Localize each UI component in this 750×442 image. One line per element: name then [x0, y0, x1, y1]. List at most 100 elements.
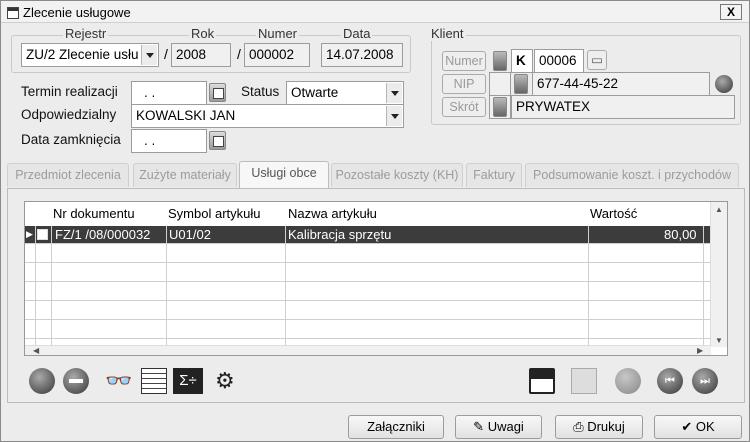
scroll-right-icon[interactable]: ▶: [697, 346, 703, 355]
table-row[interactable]: [25, 264, 711, 282]
table-row[interactable]: [25, 283, 711, 301]
card-icon[interactable]: ▭: [587, 50, 607, 70]
calendar-icon[interactable]: [209, 131, 226, 150]
tab-uslugi-obce[interactable]: Usługi obce: [239, 161, 329, 189]
tab-przedmiot[interactable]: Przedmiot zlecenia: [7, 163, 129, 187]
odpowiedzialny-label: Odpowiedzialny: [21, 107, 117, 122]
uwagi-label: Uwagi: [487, 419, 524, 434]
tab-zuzyte-materialy[interactable]: Zużyte materiały: [133, 163, 237, 187]
rok-field[interactable]: 2008: [171, 43, 231, 67]
column-header[interactable]: Nazwa artykułu: [288, 206, 377, 221]
client-type-field[interactable]: K: [511, 49, 533, 73]
close-button[interactable]: X: [720, 4, 742, 20]
tab-podsumowanie[interactable]: Podsumowanie koszt. i przychodów: [525, 163, 739, 187]
status-select[interactable]: Otwarte: [286, 81, 404, 105]
uwagi-button[interactable]: ✎ Uwagi: [455, 415, 542, 439]
drukuj-label: Drukuj: [587, 419, 625, 434]
table-view-icon[interactable]: [141, 368, 167, 394]
tab-faktury[interactable]: Faktury: [466, 163, 522, 187]
column-header[interactable]: Wartość: [590, 206, 637, 221]
client-type-letter: K: [516, 53, 526, 68]
table-row[interactable]: [25, 302, 711, 320]
data-zamkniecia-label: Data zamknięcia: [21, 132, 121, 147]
drukuj-button[interactable]: ⎙ Drukuj: [555, 415, 643, 439]
status-label: Status: [241, 84, 280, 99]
column-header[interactable]: Nr dokumentu: [53, 206, 135, 221]
copy-icon[interactable]: [571, 368, 597, 394]
rejestr-value: ZU/2 Zlecenie usłu: [26, 47, 139, 62]
nip-field[interactable]: 677-44-45-22: [532, 72, 710, 96]
vertical-scrollbar[interactable]: ▲ ▼: [710, 202, 727, 347]
window-title: Zlecenie usługowe: [23, 5, 131, 20]
scroll-up-icon[interactable]: ▲: [715, 205, 723, 214]
rejestr-select[interactable]: ZU/2 Zlecenie usłu: [21, 43, 159, 67]
column-divider: [285, 226, 286, 355]
column-divider: [35, 226, 36, 355]
skrot-field[interactable]: PRYWATEX: [511, 95, 735, 119]
table-row[interactable]: [25, 245, 711, 263]
horizontal-scrollbar[interactable]: ◀ ▶: [25, 345, 711, 355]
odpowiedzialny-select[interactable]: KOWALSKI JAN: [131, 104, 404, 128]
wartosc-cell: 80,00: [664, 227, 697, 242]
data-field[interactable]: 14.07.2008: [321, 43, 403, 67]
column-header[interactable]: Symbol artykułu: [168, 206, 260, 221]
scroll-left-icon[interactable]: ◀: [33, 346, 39, 355]
settings-icon[interactable]: ⚙: [215, 368, 241, 394]
ok-label: OK: [695, 419, 715, 434]
add-icon[interactable]: [29, 368, 55, 394]
scroll-down-icon[interactable]: ▼: [715, 336, 723, 345]
table-row[interactable]: ▶ FZ/1 /08/000032 U01/02 Kalibracja sprz…: [25, 226, 711, 244]
refresh-icon[interactable]: [615, 368, 641, 394]
nip-button[interactable]: NIP: [442, 74, 486, 94]
row-checkbox[interactable]: [37, 229, 48, 240]
nazwa-cell: Kalibracja sprzętu: [288, 227, 392, 242]
termin-field[interactable]: . .: [131, 81, 207, 105]
note-icon: ✎: [473, 419, 488, 434]
termin-label: Termin realizacji: [21, 84, 118, 99]
numer-label: Numer: [256, 26, 300, 41]
nr-dokumentu-cell: FZ/1 /08/000032: [55, 227, 151, 242]
grid-header: Nr dokumentu Symbol artykułu Nazwa artyk…: [25, 202, 711, 226]
tab-bar: Przedmiot zlecenia Zużyte materiały Usłu…: [7, 161, 745, 189]
rok-label: Rok: [189, 26, 217, 41]
ok-button[interactable]: ✔ OK: [654, 415, 742, 439]
prev-icon[interactable]: ⏮: [657, 368, 683, 394]
chevron-down-icon[interactable]: [141, 45, 157, 65]
numer-field[interactable]: 000002: [244, 43, 310, 67]
data-zamkniecia-field[interactable]: . .: [131, 129, 207, 153]
tab-pozostale-koszty[interactable]: Pozostałe koszty (KH): [331, 163, 463, 187]
separator: /: [164, 46, 168, 62]
numer-button[interactable]: Numer: [442, 51, 486, 71]
globe-icon[interactable]: [715, 75, 733, 93]
column-divider: [588, 226, 589, 355]
printer-icon: ⎙: [573, 419, 588, 434]
column-divider: [703, 226, 704, 355]
client-label: Klient: [429, 26, 466, 41]
title-bar: Zlecenie usługowe X: [1, 1, 749, 23]
checkmark-icon: ✔: [681, 419, 696, 434]
remove-icon[interactable]: [63, 368, 89, 394]
window: Zlecenie usługowe X Rejestr Rok Numer Da…: [0, 0, 750, 442]
binoculars-icon[interactable]: 👓: [105, 368, 132, 394]
app-icon: [7, 7, 19, 19]
documents-grid[interactable]: Nr dokumentu Symbol artykułu Nazwa artyk…: [24, 201, 728, 356]
row-indicator-icon: ▶: [26, 229, 33, 239]
column-divider: [166, 226, 167, 355]
odpowiedzialny-value: KOWALSKI JAN: [136, 108, 236, 123]
chevron-down-icon[interactable]: [386, 106, 402, 126]
zalaczniki-button[interactable]: Załączniki: [348, 415, 444, 439]
chevron-down-icon[interactable]: [386, 83, 402, 103]
client-numer-field[interactable]: 00006: [534, 49, 584, 73]
next-icon[interactable]: ⏭: [692, 368, 718, 394]
lookup-icon[interactable]: [493, 51, 507, 71]
save-icon[interactable]: [529, 368, 555, 394]
lookup-icon[interactable]: [493, 97, 507, 117]
sum-icon[interactable]: Σ÷: [173, 368, 203, 394]
lookup-icon[interactable]: [514, 74, 528, 94]
skrot-button[interactable]: Skrót: [442, 97, 486, 117]
nip-blank-field: [489, 72, 511, 96]
data-label: Data: [341, 26, 373, 41]
table-row[interactable]: [25, 321, 711, 339]
calendar-icon[interactable]: [209, 83, 226, 102]
status-value: Otwarte: [291, 85, 339, 100]
